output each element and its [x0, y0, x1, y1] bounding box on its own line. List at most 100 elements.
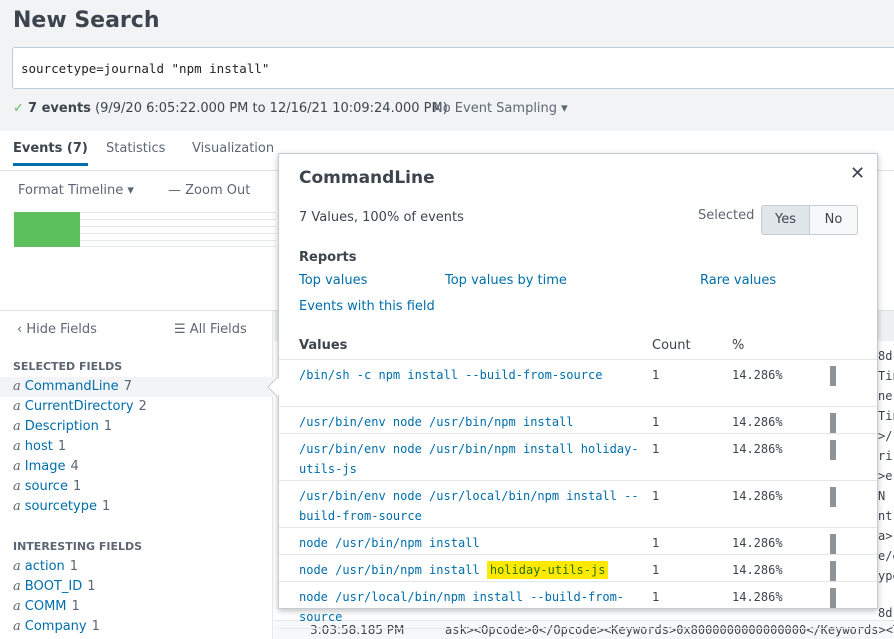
value-count: 1 — [652, 368, 660, 382]
value-percent: 14.286% — [732, 489, 783, 503]
field-sourcetype[interactable]: a sourcetype 1 — [0, 497, 273, 517]
event-text-fragment: Tin — [878, 409, 894, 423]
format-timeline-button[interactable]: Format Timeline ▾ — [18, 183, 134, 198]
percent-bar — [830, 534, 836, 554]
field-boot_id[interactable]: a BOOT_ID 1 — [0, 577, 273, 597]
field-name: CurrentDirectory — [24, 399, 134, 414]
value-link[interactable]: node /usr/local/bin/npm install --build-… — [299, 587, 639, 627]
percent-column-header: % — [732, 338, 745, 353]
timeline-bar[interactable] — [14, 212, 80, 247]
selected-label: Selected — [698, 208, 755, 223]
value-count: 1 — [652, 590, 660, 604]
selected-no-button[interactable]: No — [809, 205, 858, 235]
event-text-fragment: e/e — [878, 549, 894, 563]
field-count: 7 — [123, 379, 132, 394]
percent-bar — [830, 487, 836, 507]
top-values-by-time-link[interactable]: Top values by time — [445, 273, 567, 288]
percent-bar — [830, 440, 836, 460]
string-type-icon: a — [13, 559, 21, 574]
field-count: 4 — [70, 459, 79, 474]
event-text-fragment: a> — [878, 529, 893, 543]
field-count: 1 — [103, 419, 113, 434]
field-summary-popup: CommandLine ✕ 7 Values, 100% of events S… — [278, 153, 878, 629]
field-name: Company — [24, 619, 87, 634]
field-count: 2 — [138, 399, 147, 414]
field-description[interactable]: a Description 1 — [0, 417, 273, 437]
event-text-fragment: >/ — [878, 429, 893, 443]
event-text-fragment: 8d — [878, 349, 893, 363]
rare-values-link[interactable]: Rare values — [700, 273, 776, 288]
hide-fields-button[interactable]: ‹ Hide Fields — [17, 322, 97, 337]
value-link[interactable]: node /usr/bin/npm install — [299, 533, 639, 553]
value-link[interactable]: /usr/bin/env node /usr/bin/npm install h… — [299, 439, 639, 479]
all-fields-button[interactable]: ☰ All Fields — [174, 322, 247, 337]
value-count: 1 — [652, 489, 660, 503]
popup-title: CommandLine — [299, 168, 435, 188]
events-with-field-link[interactable]: Events with this field — [299, 299, 435, 314]
top-values-link[interactable]: Top values — [299, 273, 367, 288]
zoom-out-button[interactable]: — Zoom Out — [168, 183, 250, 198]
string-type-icon: a — [13, 579, 21, 594]
field-count: 1 — [72, 479, 82, 494]
event-text-fragment: ne — [878, 389, 893, 403]
reports-heading: Reports — [299, 250, 357, 265]
value-row[interactable]: node /usr/bin/npm install holiday-utils-… — [279, 554, 877, 581]
tab-events[interactable]: Events (7) — [13, 141, 88, 166]
event-text-fragment: nt — [878, 509, 893, 523]
event-sampling-dropdown[interactable]: No Event Sampling ▾ — [433, 101, 568, 116]
string-type-icon: a — [13, 419, 21, 434]
field-image[interactable]: a Image 4 — [0, 457, 273, 477]
field-currentdirectory[interactable]: a CurrentDirectory 2 — [0, 397, 273, 417]
check-icon: ✓ — [13, 101, 29, 116]
value-row[interactable]: node /usr/bin/npm install 1 14.286% — [279, 527, 877, 554]
value-link[interactable]: node /usr/bin/npm install holiday-utils-… — [299, 560, 639, 580]
field-name: COMM — [24, 599, 67, 614]
field-host[interactable]: a host 1 — [0, 437, 273, 457]
field-name: source — [24, 479, 68, 494]
string-type-icon: a — [13, 499, 21, 514]
field-count: 1 — [101, 499, 111, 514]
page-title: New Search — [13, 8, 160, 33]
field-name: Description — [24, 419, 99, 434]
value-percent: 14.286% — [732, 368, 783, 382]
string-type-icon: a — [13, 379, 21, 394]
value-percent: 14.286% — [732, 536, 783, 550]
field-commandline[interactable]: a CommandLine 7 — [0, 377, 273, 397]
string-type-icon: a — [13, 599, 21, 614]
event-text-fragment: ype — [878, 569, 894, 583]
string-type-icon: a — [13, 459, 21, 474]
field-count: 1 — [71, 599, 80, 614]
value-link[interactable]: /usr/bin/env node /usr/bin/npm install — [299, 412, 639, 432]
count-column-header: Count — [652, 338, 691, 353]
field-source[interactable]: a source 1 — [0, 477, 273, 497]
value-percent: 14.286% — [732, 415, 783, 429]
tab-statistics[interactable]: Statistics — [106, 141, 165, 156]
value-row[interactable]: node /usr/local/bin/npm install --build-… — [279, 581, 877, 628]
value-row[interactable]: /usr/bin/env node /usr/local/bin/npm ins… — [279, 480, 877, 527]
value-row[interactable]: /usr/bin/env node /usr/bin/npm install 1 1… — [279, 406, 877, 433]
event-text-fragment: >e — [878, 469, 893, 483]
percent-bar — [830, 366, 836, 386]
field-action[interactable]: a action 1 — [0, 557, 273, 577]
tab-visualization[interactable]: Visualization — [192, 141, 274, 156]
value-link[interactable]: /usr/bin/env node /usr/local/bin/npm ins… — [299, 486, 639, 526]
event-text-fragment: 8d — [878, 606, 893, 620]
value-percent: 14.286% — [732, 590, 783, 604]
value-row[interactable]: /usr/bin/env node /usr/bin/npm install h… — [279, 433, 877, 480]
value-percent: 14.286% — [732, 442, 783, 456]
search-input[interactable]: sourcetype=journald "npm install" — [12, 47, 894, 89]
percent-bar — [830, 588, 836, 608]
selected-yes-button[interactable]: Yes — [761, 205, 810, 235]
value-link[interactable]: /bin/sh -c npm install --build-from-sour… — [299, 365, 639, 385]
values-summary: 7 Values, 100% of events — [299, 210, 464, 225]
field-count: 1 — [91, 619, 100, 634]
highlighted-term: holiday-utils-js — [486, 561, 609, 579]
field-company[interactable]: a Company 1 — [0, 617, 273, 637]
selected-fields-heading: SELECTED FIELDS — [13, 360, 123, 373]
field-comm[interactable]: a COMM 1 — [0, 597, 273, 617]
interesting-fields-heading: INTERESTING FIELDS — [13, 540, 143, 553]
string-type-icon: a — [13, 399, 21, 414]
value-row[interactable]: /bin/sh -c npm install --build-from-sour… — [279, 359, 877, 406]
field-name: sourcetype — [24, 499, 97, 514]
close-icon[interactable]: ✕ — [850, 163, 865, 184]
